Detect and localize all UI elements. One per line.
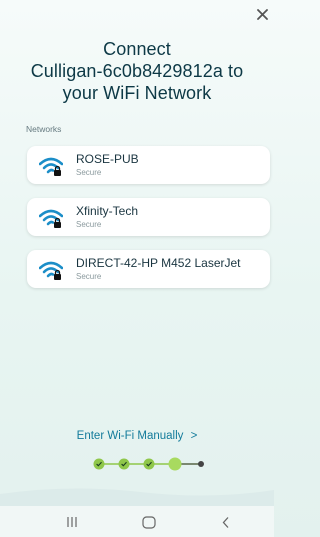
back-button[interactable]: [216, 514, 236, 530]
network-item-direct-42-hp[interactable]: DIRECT-42-HP M452 LaserJet Secure: [27, 250, 270, 288]
progress-stepper: [93, 457, 204, 471]
title-line-1: Connect: [103, 39, 171, 59]
wifi-lock-icon: [39, 261, 63, 280]
network-item-rose-pub[interactable]: ROSE-PUB Secure: [27, 146, 270, 184]
system-nav-bar: [0, 506, 274, 537]
title-line-2: Culligan-6c0b8429812a to: [30, 61, 244, 81]
step-complete-2: [118, 458, 130, 470]
network-name: ROSE-PUB: [76, 152, 139, 166]
recent-apps-button[interactable]: [62, 514, 82, 530]
step-complete-3: [143, 458, 155, 470]
step-complete-1: [93, 458, 105, 470]
network-item-xfinity-tech[interactable]: Xfinity-Tech Secure: [27, 198, 270, 236]
network-status: Secure: [76, 272, 102, 281]
back-icon: [222, 516, 229, 528]
home-icon: [142, 515, 156, 529]
step-current: [168, 457, 182, 471]
networks-label: Networks: [26, 124, 62, 134]
recent-apps-icon: [67, 517, 77, 527]
network-name: Xfinity-Tech: [76, 204, 139, 218]
page-title: Connect Culligan-6c0b8429812a to your Wi…: [0, 38, 274, 104]
close-icon: [256, 8, 268, 20]
network-list: ROSE-PUB Secure Xfinity-Tech Secure DIRE…: [27, 146, 270, 302]
wifi-lock-icon: [39, 209, 63, 228]
step-pending: [198, 461, 204, 467]
network-name: DIRECT-42-HP M452 LaserJet: [76, 256, 241, 270]
manual-link-label: Enter Wi-Fi Manually: [76, 430, 184, 442]
network-status: Secure: [76, 220, 102, 229]
wifi-lock-icon: [39, 157, 63, 176]
close-button[interactable]: [254, 6, 270, 22]
title-line-3: your WiFi Network: [62, 83, 212, 103]
home-button[interactable]: [139, 514, 159, 530]
enter-wifi-manually-link[interactable]: Enter Wi-Fi Manually >: [0, 430, 274, 442]
chevron-right-icon: >: [190, 430, 198, 442]
network-status: Secure: [76, 168, 102, 177]
